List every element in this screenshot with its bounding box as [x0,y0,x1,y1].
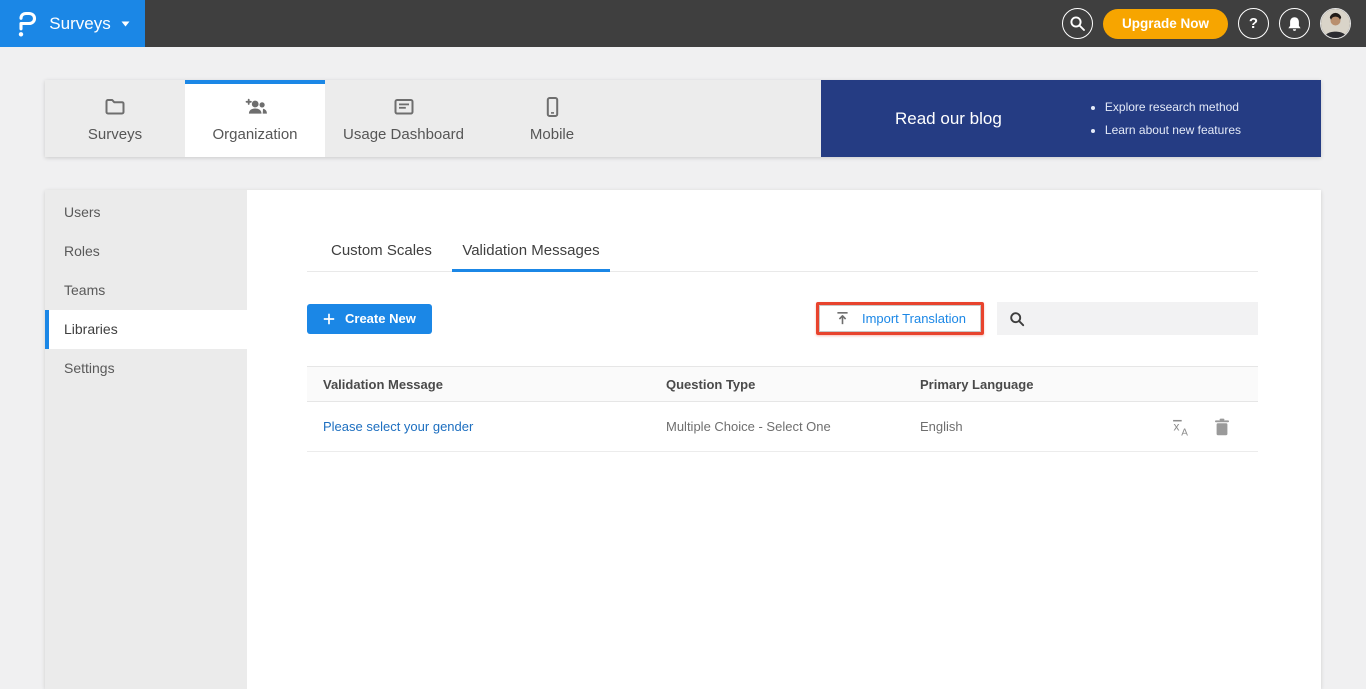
notifications-button[interactable] [1279,8,1310,39]
module-tab-label: Surveys [88,126,142,143]
tab-validation-messages[interactable]: Validation Messages [452,232,609,272]
module-tab-mobile[interactable]: Mobile [482,80,622,157]
row-actions: x A [1148,417,1258,437]
dashboard-icon [392,95,416,119]
svg-text:A: A [1181,427,1188,436]
module-tab-label: Organization [212,126,297,143]
validation-message-link[interactable]: Please select your gender [307,419,650,434]
sidebar-item-libraries[interactable]: Libraries [45,310,247,349]
module-nav: Surveys Organization Usage Dashboard [45,80,1321,157]
question-type-cell: Multiple Choice - Select One [650,419,904,434]
upgrade-button[interactable]: Upgrade Now [1103,9,1228,39]
blog-banner-bullets: Explore research method Learn about new … [1090,96,1241,142]
primary-language-cell: English [904,419,1148,434]
question-mark-icon: ? [1249,15,1258,32]
table-search [997,302,1258,335]
topbar-actions: Upgrade Now ? [1062,8,1366,39]
sidebar-item-roles[interactable]: Roles [45,232,247,271]
avatar[interactable] [1320,8,1351,39]
blog-bullet: Explore research method [1105,96,1241,119]
import-translation-button[interactable]: Import Translation [819,305,981,332]
sidebar: Users Roles Teams Libraries Settings [45,190,247,689]
main-panel: Users Roles Teams Libraries Settings Cus… [45,190,1321,689]
topbar: Surveys Upgrade Now ? [0,0,1366,47]
help-button[interactable]: ? [1238,8,1269,39]
column-header-validation-message: Validation Message [307,377,650,392]
sidebar-item-users[interactable]: Users [45,193,247,232]
create-new-button[interactable]: Create New [307,304,432,334]
validation-messages-table: Validation Message Question Type Primary… [307,366,1258,452]
bell-icon [1287,16,1302,32]
upload-icon [834,310,851,327]
delete-icon[interactable] [1214,418,1230,436]
column-header-primary-language: Primary Language [904,377,1148,392]
library-tabs: Custom Scales Validation Messages [307,232,1258,272]
user-photo [1321,9,1350,38]
person-add-icon [242,95,268,119]
content-area: Custom Scales Validation Messages Create… [247,190,1321,689]
annotation-highlight-box: Import Translation [816,302,984,335]
table-row: Please select your gender Multiple Choic… [307,402,1258,452]
sidebar-item-settings[interactable]: Settings [45,349,247,388]
tab-custom-scales[interactable]: Custom Scales [321,232,442,272]
translate-icon[interactable]: x A [1171,417,1192,437]
column-header-question-type: Question Type [650,377,904,392]
search-button[interactable] [1062,8,1093,39]
module-tab-label: Mobile [530,126,574,143]
module-tabs: Surveys Organization Usage Dashboard [45,80,821,157]
search-icon [1009,311,1025,327]
module-tab-organization[interactable]: Organization [185,80,325,157]
read-our-blog-banner[interactable]: Read our blog Explore research method Le… [821,80,1321,157]
table-header-row: Validation Message Question Type Primary… [307,366,1258,402]
blog-banner-title: Read our blog [895,109,1002,129]
svg-text:x: x [1173,419,1179,433]
product-switcher[interactable]: Surveys [0,0,145,47]
module-tab-usage-dashboard[interactable]: Usage Dashboard [325,80,482,157]
sidebar-item-teams[interactable]: Teams [45,271,247,310]
search-input[interactable] [1033,302,1258,335]
product-name: Surveys [49,14,110,34]
chevron-down-icon [121,21,130,27]
plus-icon [323,313,335,325]
mobile-icon [540,95,564,119]
questionpro-logo-icon [15,10,39,38]
module-tab-surveys[interactable]: Surveys [45,80,185,157]
search-icon [1069,15,1086,32]
import-translation-label: Import Translation [862,311,966,326]
blog-bullet: Learn about new features [1105,119,1241,142]
toolbar: Create New Import Translation [307,302,1258,335]
create-new-label: Create New [345,311,416,326]
module-tab-label: Usage Dashboard [343,126,464,143]
folder-icon [103,95,127,119]
